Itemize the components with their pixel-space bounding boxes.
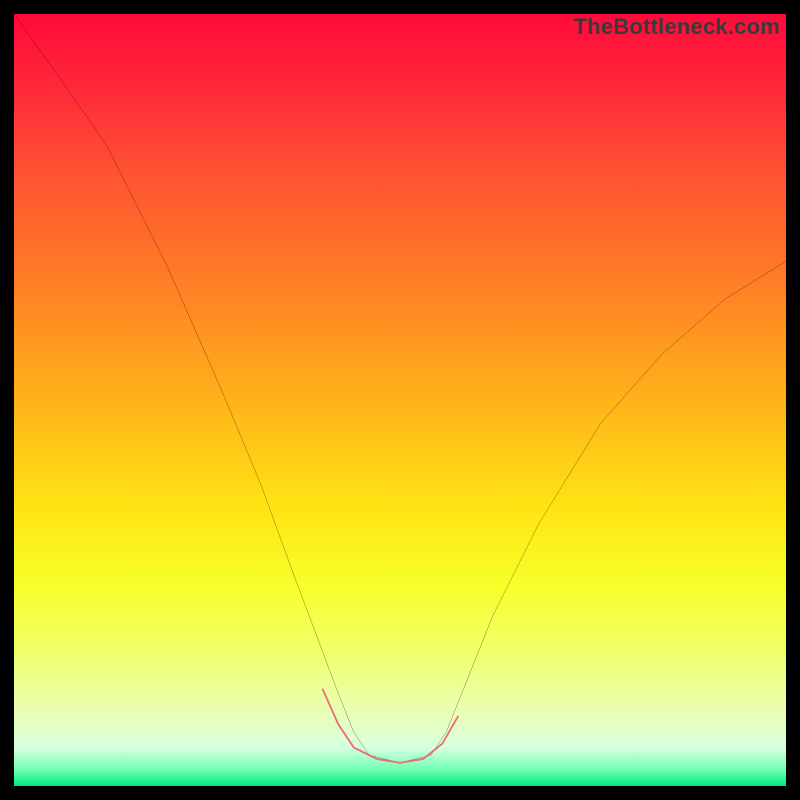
watermark-text: TheBottleneck.com [574, 14, 780, 40]
plot-area: TheBottleneck.com [14, 14, 786, 786]
optimal-flat-segment [14, 14, 786, 786]
chart-container: TheBottleneck.com [0, 0, 800, 800]
